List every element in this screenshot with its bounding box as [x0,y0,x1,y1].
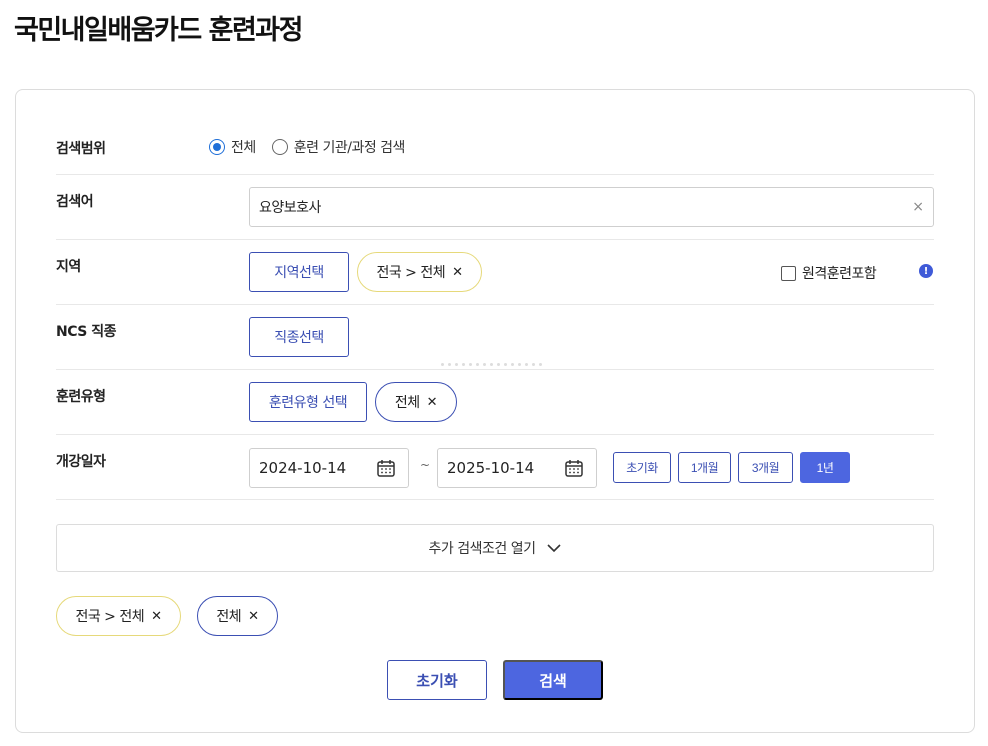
training-type-chip-remove-icon[interactable]: ✕ [427,395,438,410]
scope-row: 검색범위 [56,90,934,175]
training-type-row: 훈련유형 [56,370,934,435]
training-type-label: 훈련유형 [56,389,106,405]
quick-1year-button[interactable]: 1년 [800,452,850,483]
calendar-icon[interactable] [376,458,396,482]
expand-label: 추가 검색조건 열기 [428,541,536,557]
radio-institution[interactable] [271,139,288,155]
scope-option-all[interactable]: 전체 [209,137,256,157]
training-type-chip-label: 전체 [394,395,420,411]
quick-1month-button[interactable]: 1개월 [678,452,731,483]
remote-training-label: 원격훈련포함 [802,266,877,282]
chevron-down-icon [547,543,562,553]
calendar-icon[interactable] [564,458,584,482]
expand-search-conditions[interactable]: 추가 검색조건 열기 [56,524,934,572]
region-chip-remove-icon[interactable]: ✕ [452,265,463,280]
selected-region-chip-remove-icon[interactable]: ✕ [151,609,162,624]
checkbox-box[interactable] [781,265,796,281]
training-type-chip: 전체 ✕ [375,382,457,422]
radio-all[interactable] [209,139,225,155]
reset-button[interactable]: 초기화 [387,660,487,700]
page-title: 국민내일배움카드 훈련과정 [14,15,303,46]
clear-icon[interactable]: × [912,199,924,215]
date-label: 개강일자 [56,454,106,470]
selected-region-chip: 전국 > 전체 ✕ [56,596,181,636]
date-to-value: 2025-10-14 [447,459,535,477]
selected-type-chip: 전체 ✕ [197,596,278,636]
info-icon[interactable]: ! [919,264,933,278]
scope-option-institution[interactable]: 훈련 기관/과정 검색 [271,137,406,157]
search-panel: 검색범위 전체 훈련 기관/과정 검색 검색어 × 지역 지역선택 전국 > 전… [15,89,975,733]
keyword-field: × [249,187,934,227]
scope-option-institution-label: 훈련 기관/과정 검색 [293,140,406,156]
selected-type-chip-label: 전체 [216,609,242,625]
scope-radio-group: 전체 훈련 기관/과정 검색 [209,137,421,157]
date-from-field[interactable]: 2024-10-14 [249,448,409,488]
scope-option-all-label: 전체 [231,140,256,156]
keyword-input[interactable] [250,188,890,226]
region-chip-label: 전국 > 전체 [376,265,446,281]
remote-training-checkbox[interactable]: 원격훈련포함 [781,263,877,283]
region-select-button[interactable]: 지역선택 [249,252,349,292]
quick-3month-button[interactable]: 3개월 [738,452,793,483]
ncs-select-button[interactable]: 직종선택 [249,317,349,357]
date-from-value: 2024-10-14 [259,459,347,477]
ncs-row: NCS 직종 [56,305,934,370]
keyword-label: 검색어 [56,194,94,210]
search-button[interactable]: 검색 [503,660,603,700]
quick-reset-button[interactable]: 초기화 [613,452,671,483]
selected-region-chip-label: 전국 > 전체 [75,609,145,625]
training-type-select-button[interactable]: 훈련유형 선택 [249,382,367,422]
date-to-field[interactable]: 2025-10-14 [437,448,597,488]
ncs-label: NCS 직종 [56,324,116,340]
selected-type-chip-remove-icon[interactable]: ✕ [248,609,259,624]
loading-dots [441,363,542,366]
scope-label: 검색범위 [56,141,106,157]
date-separator: ~ [420,458,431,472]
region-label: 지역 [56,259,81,275]
region-chip: 전국 > 전체 ✕ [357,252,482,292]
